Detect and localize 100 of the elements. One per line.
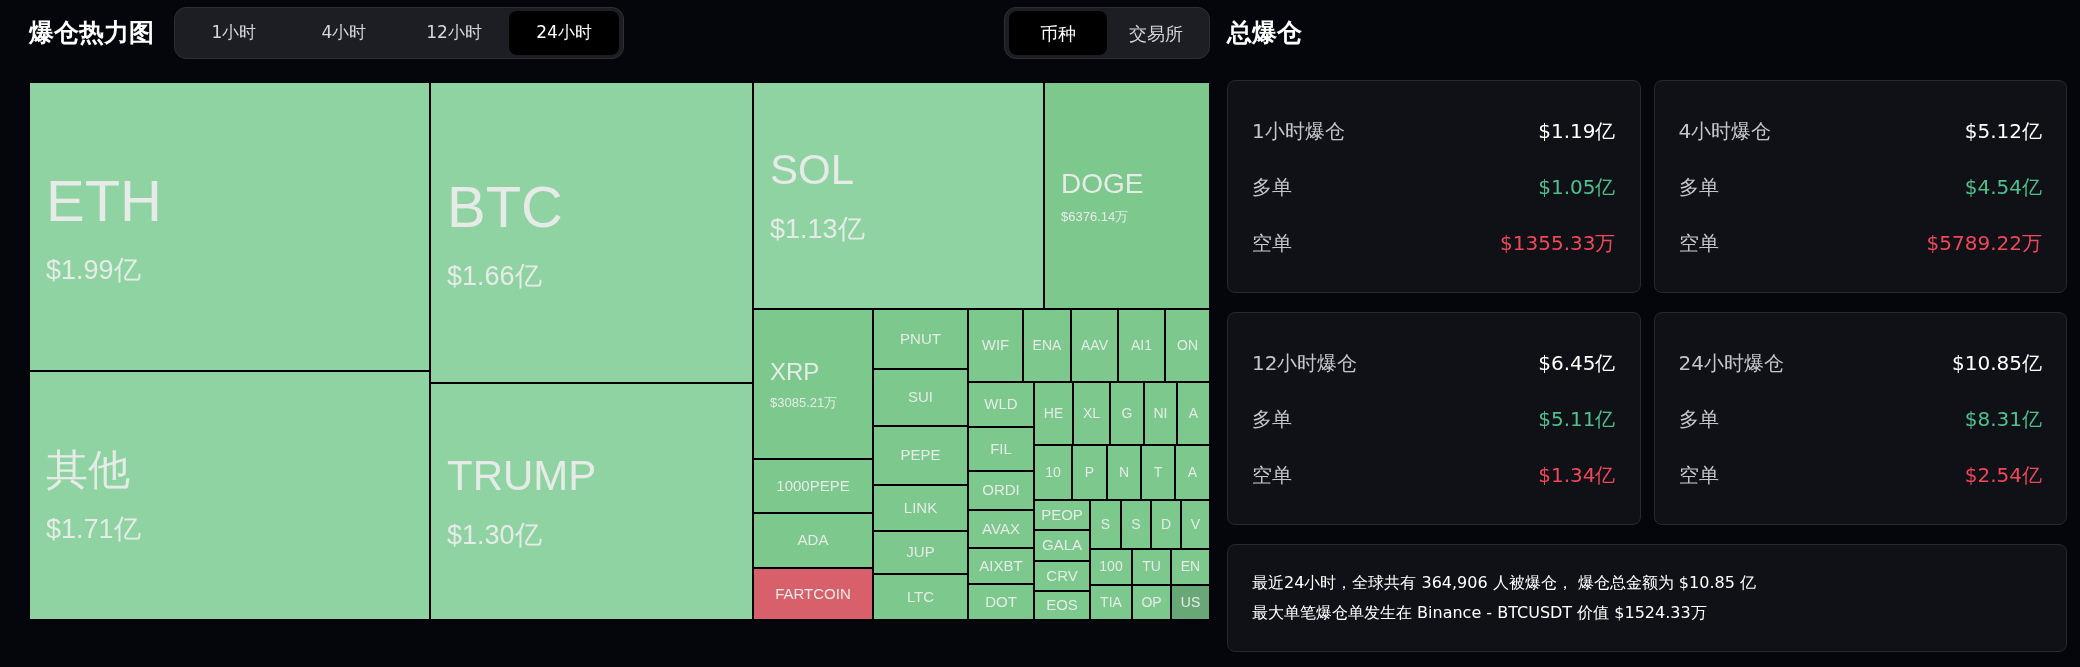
long-label: 多单 (1252, 173, 1292, 201)
treemap-tile[interactable]: DOGE $6376.14万 (1044, 82, 1210, 309)
treemap-tile[interactable]: 1000PEPE (753, 459, 873, 513)
treemap-tile[interactable]: TU (1132, 549, 1171, 585)
treemap-tile[interactable]: ORDI (968, 471, 1034, 510)
treemap-tile[interactable]: 10 (1034, 445, 1072, 500)
coin-symbol: AVAX (982, 519, 1020, 539)
total-amount: $6.45亿 (1538, 349, 1616, 377)
group-tab[interactable]: 交易所 (1107, 11, 1205, 55)
coin-symbol: 100 (1099, 558, 1123, 576)
coin-symbol: FIL (990, 439, 1012, 459)
treemap-tile[interactable]: SUI (873, 369, 968, 426)
treemap-tile[interactable]: XL (1073, 382, 1110, 445)
treemap-tile[interactable]: AAV (1071, 309, 1118, 382)
treemap-tile[interactable]: V (1181, 500, 1210, 549)
treemap-tile[interactable]: AVAX (968, 510, 1034, 548)
treemap-tile[interactable]: P (1072, 445, 1107, 500)
treemap-tile[interactable]: WIF (968, 309, 1023, 382)
treemap-tile[interactable]: FARTCOIN (753, 568, 873, 620)
group-tab[interactable]: 币种 (1009, 11, 1107, 55)
coin-symbol: SOL (770, 145, 856, 196)
coin-symbol: S (1100, 515, 1111, 534)
coin-symbol: EN (1180, 558, 1201, 576)
coin-symbol: N (1118, 463, 1130, 482)
treemap-tile[interactable]: D (1151, 500, 1181, 549)
treemap-tile[interactable]: GALA (1034, 530, 1090, 561)
coin-symbol: S (1131, 515, 1141, 534)
coin-symbol: TU (1142, 558, 1161, 576)
long-label: 多单 (1252, 405, 1292, 433)
coin-symbol: BTC (447, 173, 564, 242)
liquidation-amount: $6376.14万 (1061, 208, 1130, 226)
time-tab[interactable]: 1小时 (179, 11, 289, 55)
liquidation-amount: $1.30亿 (447, 518, 543, 552)
section-title: 总爆仓 (1227, 17, 1302, 50)
coin-symbol: DOGE (1061, 166, 1145, 201)
coin-symbol: V (1190, 515, 1201, 534)
treemap-tile[interactable]: ON (1165, 309, 1210, 382)
treemap-tile[interactable]: WLD (968, 382, 1034, 427)
treemap-tile[interactable]: N (1107, 445, 1141, 500)
treemap-tile[interactable]: ENA (1023, 309, 1071, 382)
treemap-tile[interactable]: T (1141, 445, 1175, 500)
treemap-tile[interactable]: 100 (1090, 549, 1132, 585)
coin-symbol: 1000PEPE (776, 476, 850, 496)
summary-text: 最大单笔爆仓单发生在 Binance - BTCUSDT 价值 $1524.33万 (1252, 602, 1708, 624)
treemap-tile[interactable]: CRV (1034, 561, 1090, 591)
coin-symbol: G (1121, 404, 1133, 423)
treemap-tile[interactable]: HE (1034, 382, 1073, 445)
treemap-tile[interactable]: TIA (1090, 585, 1132, 620)
treemap-tile[interactable]: PNUT (873, 309, 968, 369)
treemap-tile[interactable]: XRP $3085.21万 (753, 309, 873, 459)
treemap-tile[interactable]: NI (1144, 382, 1177, 445)
treemap-tile[interactable]: LTC (873, 574, 968, 620)
coin-symbol: AAV (1081, 336, 1108, 355)
coin-symbol: LTC (906, 587, 935, 607)
time-tab[interactable]: 24小时 (509, 11, 619, 55)
coin-symbol: ADA (797, 531, 829, 550)
coin-symbol: D (1160, 515, 1172, 534)
treemap-tile[interactable]: 其他 $1.71亿 (29, 371, 430, 620)
treemap-tile[interactable]: PEPE (873, 426, 968, 485)
treemap-tile[interactable]: AIXBT (968, 548, 1034, 584)
time-tab[interactable]: 12小时 (399, 11, 509, 55)
treemap-tile[interactable]: S (1121, 500, 1151, 549)
treemap-tile[interactable]: PEOP (1034, 500, 1090, 530)
coin-symbol: 10 (1045, 463, 1061, 482)
short-amount: $2.54亿 (1964, 461, 2042, 489)
treemap-tile[interactable]: G (1110, 382, 1144, 445)
coin-symbol: T (1153, 463, 1163, 482)
treemap-tile[interactable]: A (1175, 445, 1210, 500)
treemap-tile[interactable]: SOL $1.13亿 (753, 82, 1044, 309)
treemap-tile[interactable]: A (1177, 382, 1210, 445)
treemap-tile[interactable]: S (1090, 500, 1121, 549)
treemap-tile[interactable]: ADA (753, 513, 873, 568)
treemap-tile[interactable]: EOS (1034, 591, 1090, 620)
coin-symbol: NI (1153, 404, 1168, 423)
short-label: 空单 (1678, 229, 1719, 257)
treemap-tile[interactable]: DOT (968, 584, 1034, 620)
treemap-tile[interactable]: BTC $1.66亿 (430, 82, 753, 383)
time-tab[interactable]: 4小时 (289, 11, 399, 55)
treemap-tile[interactable]: ETH $1.99亿 (29, 82, 430, 371)
summary-text: 最近24小时，全球共有 364,906 人被爆仓， 爆仓总金额为 $10.85 亿 (1252, 572, 1757, 594)
treemap-tile[interactable]: JUP (873, 531, 968, 574)
liquidation-amount: $1.13亿 (770, 212, 866, 246)
treemap-tile[interactable]: LINK (873, 485, 968, 531)
treemap-tile[interactable]: FIL (968, 427, 1034, 471)
treemap-tile[interactable]: AI1 (1118, 309, 1165, 382)
liquidation-amount: $1.71亿 (46, 512, 142, 546)
long-label: 多单 (1678, 405, 1719, 433)
card-title: 24小时爆仓 (1678, 349, 1784, 377)
coin-symbol: CRV (1046, 566, 1078, 586)
coin-symbol: TRUMP (447, 451, 598, 502)
coin-symbol: PEOP (1041, 505, 1083, 525)
treemap-tile[interactable]: TRUMP $1.30亿 (430, 383, 753, 620)
treemap-tile[interactable]: EN (1171, 549, 1210, 585)
coin-symbol: LINK (903, 498, 938, 518)
treemap-tile[interactable]: US (1171, 585, 1210, 620)
total-amount: $10.85亿 (1952, 349, 2042, 377)
coin-symbol: OP (1141, 593, 1162, 612)
treemap-tile[interactable]: OP (1132, 585, 1171, 620)
coin-symbol: A (1188, 404, 1199, 423)
coin-symbol: ETH (46, 167, 163, 236)
